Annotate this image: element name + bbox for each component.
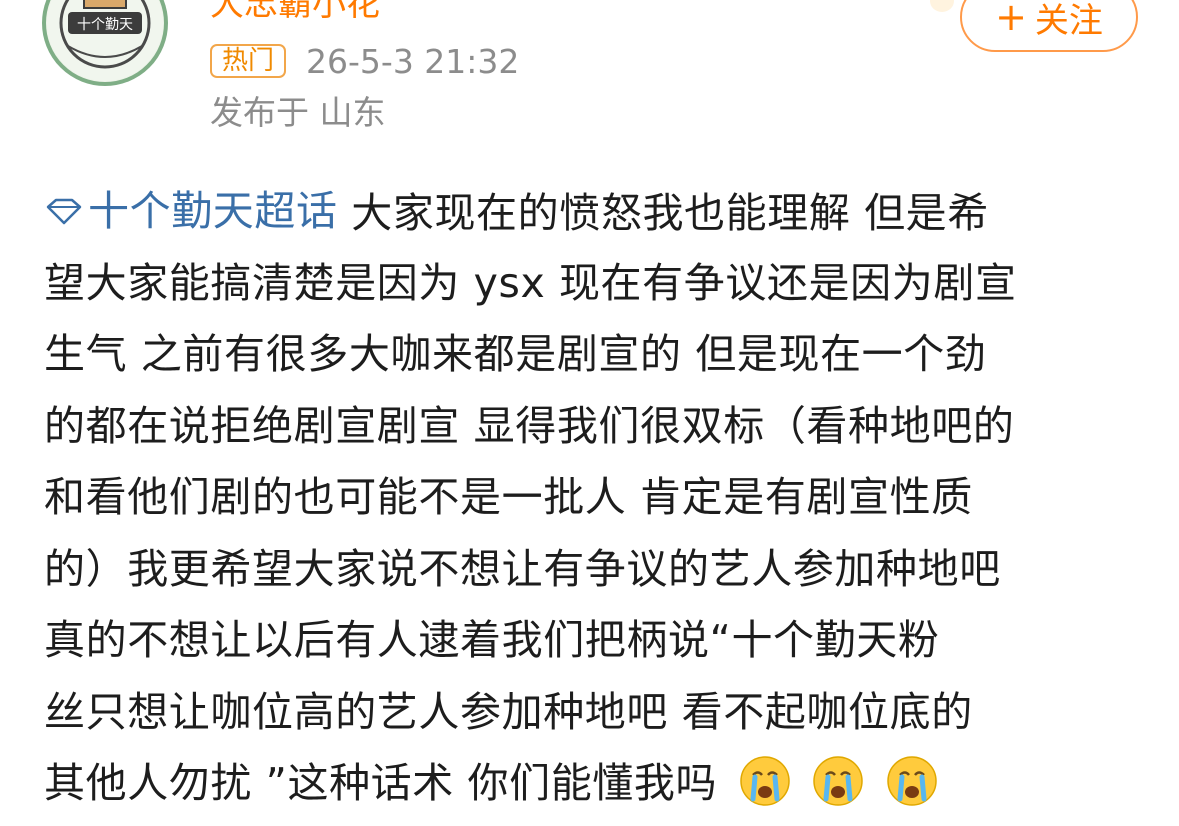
crying-face-icon <box>887 756 937 806</box>
post-line-3: 生气 之前有很多大咖来都是剧宣的 但是现在一个劲 <box>44 330 987 378</box>
post-body: 十个勤天超话 大家现在的愤怒我也能理解 但是希 望大家能搞清楚是因为 ysx 现… <box>44 176 1144 820</box>
plus-icon: + <box>995 0 1027 39</box>
avatar[interactable]: 十个勤天 <box>42 0 168 86</box>
post-line-5: 和看他们剧的也可能不是一批人 肯定是有剧宣性质 <box>44 473 973 521</box>
crying-face-icon <box>740 756 790 806</box>
post-meta: 热门 26-5-3 21:32 <box>210 41 520 81</box>
post-line-6: 的）我更希望大家说不想让有争议的艺人参加种地吧 <box>44 544 1001 593</box>
post-text: 大家现在的愤怒我也能理解 但是希 <box>337 188 989 237</box>
avatar-image: 十个勤天 <box>47 0 163 81</box>
post-line-9: 其他人勿扰 ”这种话术 你们能懂我吗 <box>44 748 1144 820</box>
post-line-8: 丝只想让咖位高的艺人参加种地吧 看不起咖位底的 <box>44 687 973 736</box>
post-line-4: 的都在说拒绝剧宣剧宣 显得我们很双标（看种地吧的 <box>44 401 1015 450</box>
topic-link[interactable]: 十个勤天超话 <box>44 176 338 248</box>
follow-label: 关注 <box>1034 0 1103 41</box>
post-time: 26-5-3 21:32 <box>306 41 520 81</box>
follow-button[interactable]: + 关注 <box>960 0 1138 52</box>
post-text: 其他人勿扰 ”这种话术 你们能懂我吗 <box>44 759 718 807</box>
post-location: 发布于 山东 <box>210 93 386 132</box>
hot-badge: 热门 <box>210 44 287 78</box>
decoration-dot <box>930 0 954 12</box>
post-line-2: 望大家能搞清楚是因为 ysx 现在有争议还是因为剧宣 <box>44 258 1017 307</box>
username[interactable]: 大忠霸小花 <box>210 0 380 24</box>
post-line-7: 真的不想让以后有人逮着我们把柄说“十个勤天粉 <box>44 616 940 664</box>
avatar-logo-text: 十个勤天 <box>77 17 133 33</box>
post-line-1: 十个勤天超话 大家现在的愤怒我也能理解 但是希 <box>44 176 1144 248</box>
crying-face-icon <box>813 756 864 806</box>
diamond-icon <box>46 198 82 224</box>
topic-label: 十个勤天超话 <box>88 187 338 235</box>
